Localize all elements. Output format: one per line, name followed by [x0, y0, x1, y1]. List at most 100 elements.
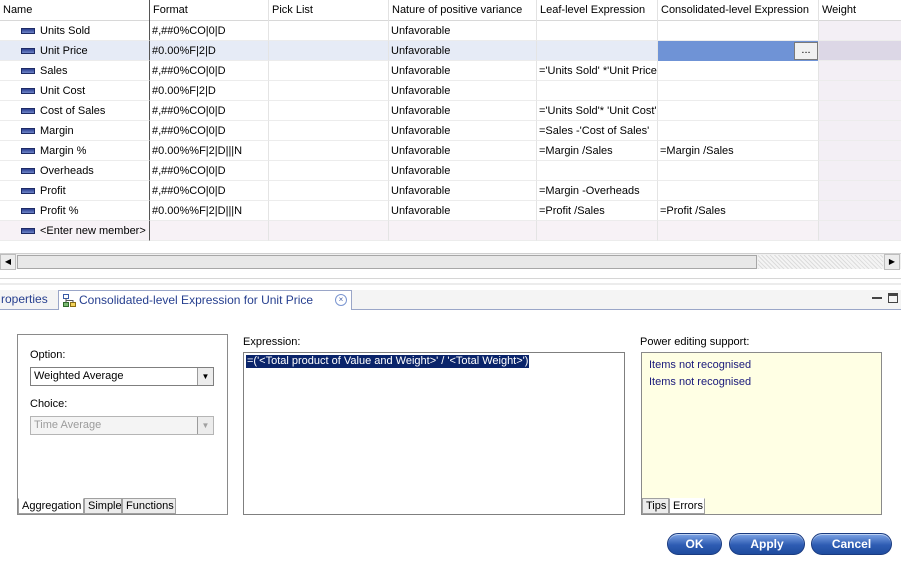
subtab-errors[interactable]: Errors [669, 498, 705, 514]
cancel-button[interactable]: Cancel [811, 533, 892, 555]
table-row[interactable]: Margin % #0.00%%F|2|D|||N Unfavorable =Marg… [0, 141, 901, 161]
pick-list-cell[interactable] [269, 61, 389, 81]
scroll-left-icon[interactable]: ◀ [0, 254, 16, 270]
consolidated-expression-cell[interactable] [658, 221, 819, 241]
nature-cell[interactable]: Unfavorable [389, 181, 537, 201]
weight-cell[interactable] [819, 21, 901, 41]
consolidated-expression-cell[interactable] [658, 21, 819, 41]
pick-list-cell[interactable] [269, 201, 389, 221]
nature-cell[interactable]: Unfavorable [389, 101, 537, 121]
format-cell[interactable]: #0.00%%F|2|D|||N [150, 201, 269, 221]
edit-expression-button[interactable]: ... [794, 42, 818, 60]
subtab-tips[interactable]: Tips [642, 498, 669, 514]
consolidated-expression-cell[interactable]: =Margin /Sales [658, 141, 819, 161]
subtab-functions[interactable]: Functions [122, 498, 176, 514]
weight-cell[interactable] [819, 41, 901, 61]
tab-properties[interactable]: roperties [0, 290, 48, 310]
format-cell[interactable]: #,##0%CO|0|D [150, 21, 269, 41]
pick-list-cell[interactable] [269, 101, 389, 121]
leaf-expression-cell[interactable]: ='Units Sold'* 'Unit Cost' [537, 101, 658, 121]
col-header-pick-list[interactable]: Pick List [269, 0, 389, 21]
pick-list-cell[interactable] [269, 161, 389, 181]
consolidated-expression-cell[interactable] [658, 101, 819, 121]
format-cell[interactable]: #0.00%%F|2|D|||N [150, 141, 269, 161]
weight-cell[interactable] [819, 181, 901, 201]
member-name-cell[interactable]: Sales [0, 61, 150, 81]
table-row[interactable]: Unit Price #0.00%F|2|D Unfavorable... [0, 41, 901, 61]
scroll-right-icon[interactable]: ▶ [884, 254, 900, 270]
leaf-expression-cell[interactable] [537, 81, 658, 101]
pick-list-cell[interactable] [269, 181, 389, 201]
pick-list-cell[interactable] [269, 21, 389, 41]
format-cell[interactable]: #,##0%CO|0|D [150, 101, 269, 121]
scrollbar-track[interactable] [758, 255, 883, 269]
member-name-cell[interactable]: <Enter new member> [0, 221, 150, 241]
consolidated-expression-cell[interactable] [658, 181, 819, 201]
table-row[interactable]: Profit #,##0%CO|0|D Unfavorable =Margin -Ov… [0, 181, 901, 201]
col-header-nature[interactable]: Nature of positive variance [389, 0, 537, 21]
horizontal-scrollbar[interactable]: ◀ ▶ [0, 253, 901, 270]
leaf-expression-cell[interactable] [537, 161, 658, 181]
leaf-expression-cell[interactable]: =Profit /Sales [537, 201, 658, 221]
table-row[interactable]: Unit Cost #0.00%F|2|D Unfavorable [0, 81, 901, 101]
leaf-expression-cell[interactable] [537, 21, 658, 41]
nature-cell[interactable]: Unfavorable [389, 81, 537, 101]
consolidated-expression-cell[interactable] [658, 161, 819, 181]
pick-list-cell[interactable] [269, 141, 389, 161]
weight-cell[interactable] [819, 141, 901, 161]
weight-cell[interactable] [819, 61, 901, 81]
expression-editor[interactable]: =('<Total product of Value and Weight>' … [243, 352, 625, 515]
table-row[interactable]: Sales #,##0%CO|0|D Unfavorable ='Units Sold… [0, 61, 901, 81]
nature-cell[interactable]: Unfavorable [389, 41, 537, 61]
format-cell[interactable]: #,##0%CO|0|D [150, 161, 269, 181]
member-name-cell[interactable]: Unit Price [0, 41, 150, 61]
format-cell[interactable]: #0.00%F|2|D [150, 81, 269, 101]
nature-cell[interactable]: Unfavorable [389, 61, 537, 81]
new-member-row[interactable]: <Enter new member> [0, 221, 901, 241]
col-header-name[interactable]: Name [0, 0, 150, 21]
tab-consolidated-expression[interactable]: Consolidated-level Expression for Unit P… [58, 290, 352, 310]
close-icon[interactable]: × [335, 294, 347, 306]
member-name-cell[interactable]: Margin % [0, 141, 150, 161]
pick-list-cell[interactable] [269, 81, 389, 101]
nature-cell[interactable]: Unfavorable [389, 141, 537, 161]
weight-cell[interactable] [819, 81, 901, 101]
table-row[interactable]: Units Sold #,##0%CO|0|D Unfavorable [0, 21, 901, 41]
col-header-consolidated-expression[interactable]: Consolidated-level Expression [658, 0, 819, 21]
apply-button[interactable]: Apply [729, 533, 805, 555]
nature-cell[interactable]: Unfavorable [389, 21, 537, 41]
nature-cell[interactable]: Unfavorable [389, 121, 537, 141]
format-cell[interactable] [150, 221, 269, 241]
weight-cell[interactable] [819, 121, 901, 141]
member-name-cell[interactable]: Profit % [0, 201, 150, 221]
leaf-expression-cell[interactable] [537, 221, 658, 241]
col-header-format[interactable]: Format [150, 0, 269, 21]
leaf-expression-cell[interactable] [537, 41, 658, 61]
leaf-expression-cell[interactable]: =Margin -Overheads [537, 181, 658, 201]
nature-cell[interactable] [389, 221, 537, 241]
format-cell[interactable]: #,##0%CO|0|D [150, 121, 269, 141]
weight-cell[interactable] [819, 221, 901, 241]
format-cell[interactable]: #0.00%F|2|D [150, 41, 269, 61]
consolidated-expression-cell[interactable] [658, 81, 819, 101]
table-row[interactable]: Cost of Sales #,##0%CO|0|D Unfavorable ='Un… [0, 101, 901, 121]
weight-cell[interactable] [819, 101, 901, 121]
subtab-simple[interactable]: Simple [84, 498, 122, 514]
pick-list-cell[interactable] [269, 41, 389, 61]
scrollbar-thumb[interactable] [17, 255, 757, 269]
table-row[interactable]: Profit % #0.00%%F|2|D|||N Unfavorable =Prof… [0, 201, 901, 221]
subtab-aggregation[interactable]: Aggregation [18, 498, 84, 514]
minimize-icon[interactable] [872, 293, 882, 299]
leaf-expression-cell[interactable]: =Sales -'Cost of Sales' [537, 121, 658, 141]
maximize-icon[interactable] [888, 293, 898, 303]
ok-button[interactable]: OK [667, 533, 722, 555]
consolidated-expression-cell[interactable] [658, 121, 819, 141]
leaf-expression-cell[interactable]: ='Units Sold' *'Unit Price' [537, 61, 658, 81]
pick-list-cell[interactable] [269, 221, 389, 241]
consolidated-expression-cell[interactable]: =Profit /Sales [658, 201, 819, 221]
consolidated-expression-cell[interactable] [658, 61, 819, 81]
format-cell[interactable]: #,##0%CO|0|D [150, 181, 269, 201]
table-row[interactable]: Overheads #,##0%CO|0|D Unfavorable [0, 161, 901, 181]
splitter[interactable] [0, 278, 901, 288]
format-cell[interactable]: #,##0%CO|0|D [150, 61, 269, 81]
